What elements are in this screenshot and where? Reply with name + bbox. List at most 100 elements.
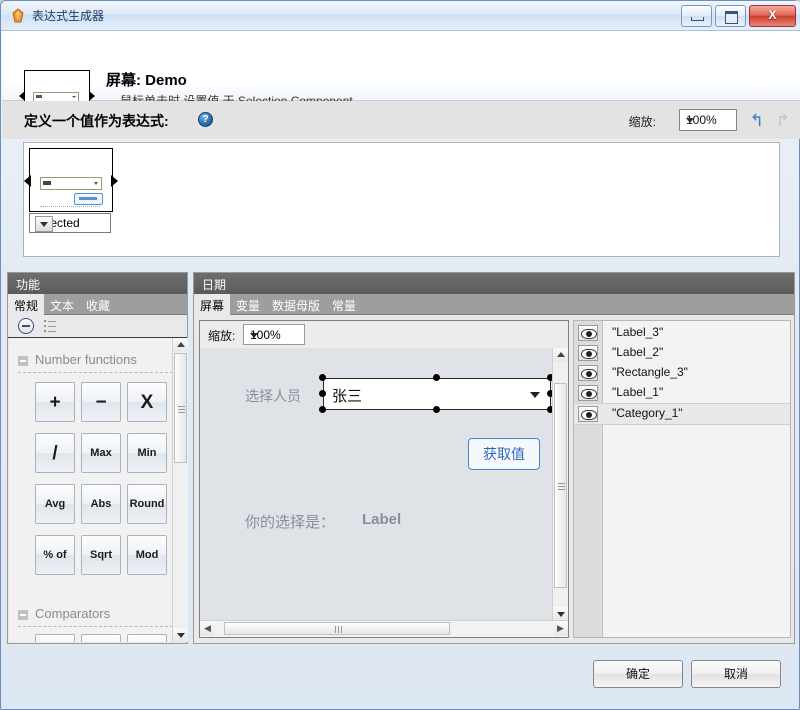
functions-toolbar	[8, 315, 187, 338]
thumbnail-right-arrow-icon	[89, 91, 95, 101]
scrollbar-thumb[interactable]	[554, 383, 567, 588]
list-item[interactable]: "Label_1"	[574, 383, 790, 403]
property-select-button[interactable]	[35, 216, 53, 232]
maximize-button[interactable]	[715, 5, 746, 27]
eye-icon[interactable]	[578, 325, 598, 341]
define-expression-label: 定义一个值作为表达式:	[24, 113, 169, 129]
preview-horizontal-scrollbar[interactable]: ◀ ▶	[200, 620, 568, 637]
grip-line	[341, 626, 342, 633]
list-item-selected[interactable]: "Category_1"	[574, 403, 790, 425]
node-dropdown-shape	[40, 177, 102, 190]
tab-text[interactable]: 文本	[44, 294, 80, 315]
function-group-number[interactable]: Number functions	[18, 352, 137, 367]
stage-get-value-button[interactable]: 获取值	[468, 438, 540, 470]
expression-canvas[interactable]: selected	[23, 142, 780, 257]
grip-line	[558, 486, 565, 487]
tab-constants[interactable]: 常量	[326, 294, 362, 315]
fn-button-divide[interactable]: /	[35, 433, 75, 473]
functions-scroll-area: Number functions + − X / Max Min Avg Abs…	[9, 338, 187, 642]
fn-button-max[interactable]: Max	[81, 433, 121, 473]
expression-node[interactable]	[24, 148, 118, 212]
scroll-up-button[interactable]	[173, 338, 188, 352]
grip-line	[335, 626, 336, 633]
fn-button-sqrt[interactable]: Sqrt	[81, 535, 121, 575]
eye-icon[interactable]	[578, 385, 598, 401]
eye-icon[interactable]	[578, 345, 598, 361]
fn-button-percent-of[interactable]: % of	[35, 535, 75, 575]
eye-icon[interactable]	[578, 406, 598, 422]
close-icon: X	[768, 8, 777, 22]
redo-icon[interactable]: ↱	[776, 111, 790, 131]
scroll-down-button[interactable]	[173, 628, 188, 642]
collapse-box-icon	[18, 356, 28, 366]
minimize-button[interactable]	[681, 5, 712, 27]
fn-button-round[interactable]: Round	[127, 484, 167, 524]
chevron-down-icon	[250, 333, 258, 338]
fn-button-min[interactable]: Min	[127, 433, 167, 473]
functions-scrollbar[interactable]	[172, 338, 188, 642]
preview-vertical-scrollbar[interactable]	[552, 348, 568, 621]
selection-handle[interactable]	[319, 390, 326, 397]
preview-zoom-select[interactable]: 100%	[243, 324, 305, 345]
functions-panel-header: 功能	[8, 273, 187, 294]
grip-line	[558, 489, 565, 490]
eye-icon[interactable]	[578, 365, 598, 381]
property-select[interactable]: selected	[29, 213, 111, 233]
grip-line	[178, 409, 185, 410]
date-panel: 日期 屏幕 变量 数据母版 常量 缩放: 100% 选择人员 张三 获取值 你的…	[193, 272, 795, 644]
chevron-up-icon	[557, 352, 565, 357]
list-icon[interactable]	[44, 320, 58, 332]
zoom-select[interactable]: 100%	[679, 109, 737, 131]
tab-variables[interactable]: 变量	[230, 294, 266, 315]
thumbnail-left-arrow-icon	[19, 91, 25, 101]
scrollbar-thumb[interactable]	[174, 353, 187, 463]
scrollbar-thumb-h[interactable]	[224, 622, 450, 635]
chevron-down-icon	[557, 612, 565, 617]
ok-button[interactable]: 确定	[593, 660, 683, 688]
scroll-left-button[interactable]: ◀	[200, 621, 215, 636]
tab-screen[interactable]: 屏幕	[194, 294, 231, 315]
scroll-up-button[interactable]	[553, 348, 568, 362]
fn-button-plus[interactable]: +	[35, 382, 75, 422]
selection-handle[interactable]	[319, 374, 326, 381]
list-item[interactable]: "Label_2"	[574, 343, 790, 363]
fn-button-mod[interactable]: Mod	[127, 535, 167, 575]
list-item[interactable]: "Label_3"	[574, 323, 790, 343]
preview-stage[interactable]: 选择人员 张三 获取值 你的选择是： Label	[200, 348, 552, 621]
chevron-up-icon	[177, 342, 185, 347]
scroll-down-button[interactable]	[553, 607, 568, 621]
page-title: 屏幕: Demo	[106, 72, 187, 89]
node-button-shape	[74, 193, 103, 205]
cancel-button[interactable]: 取消	[691, 660, 781, 688]
event-header: 屏幕: Demo 鼠标单击时 设置值 于 Selection Component	[2, 31, 800, 120]
collapse-box-icon	[18, 610, 28, 620]
fn-button-multiply[interactable]: X	[127, 382, 167, 422]
selection-handle[interactable]	[319, 406, 326, 413]
fn-button-avg[interactable]: Avg	[35, 484, 75, 524]
tab-data-master[interactable]: 数据母版	[266, 294, 326, 315]
undo-icon[interactable]: ↰	[750, 111, 764, 131]
fn-button-equal[interactable]: =	[35, 634, 75, 642]
tab-favorites[interactable]: 收藏	[80, 294, 116, 315]
window-title: 表达式生成器	[32, 9, 105, 23]
function-group-comparators[interactable]: Comparators	[18, 606, 110, 621]
fn-button-not-equal[interactable]: ≠	[81, 634, 121, 642]
objects-list[interactable]: "Label_3" "Label_2" "Rectangle_3" "Label…	[573, 320, 791, 638]
fn-button-greater-than[interactable]: >	[127, 634, 167, 642]
circle-minus-icon[interactable]	[18, 318, 34, 334]
chevron-down-icon	[177, 633, 185, 638]
minimize-icon	[691, 17, 704, 21]
list-item[interactable]: "Rectangle_3"	[574, 363, 790, 383]
selection-handle[interactable]	[433, 374, 440, 381]
fn-button-minus[interactable]: −	[81, 382, 121, 422]
preview-zoom-bar: 缩放: 100%	[200, 321, 568, 349]
scroll-right-button[interactable]: ▶	[553, 621, 568, 636]
selection-handle[interactable]	[433, 406, 440, 413]
title-bar: 表达式生成器 X	[1, 1, 800, 31]
stage-result-value: Label	[362, 511, 402, 528]
help-icon[interactable]: ?	[198, 112, 213, 127]
fn-button-abs[interactable]: Abs	[81, 484, 121, 524]
close-button[interactable]: X	[749, 5, 796, 27]
tab-general[interactable]: 常规	[8, 294, 45, 315]
chevron-down-icon	[40, 222, 48, 227]
